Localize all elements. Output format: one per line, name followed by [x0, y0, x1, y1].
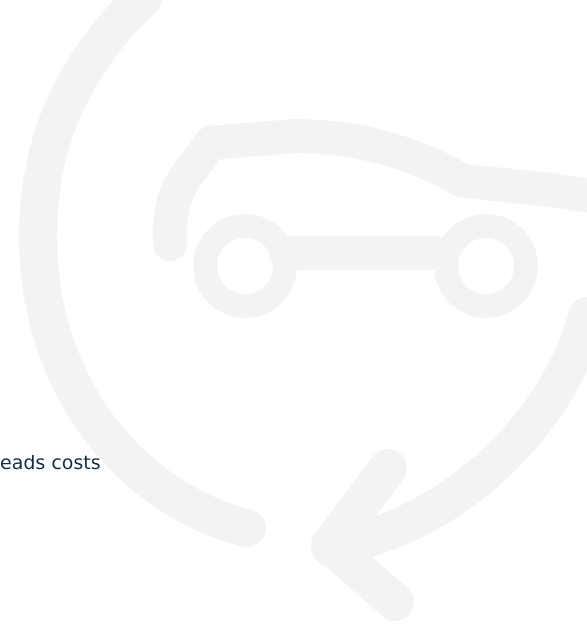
- car-circular-arrow-icon: [19, 0, 587, 621]
- content-panel: eads costs: [0, 0, 587, 625]
- body-text-fragment: eads costs: [0, 452, 101, 474]
